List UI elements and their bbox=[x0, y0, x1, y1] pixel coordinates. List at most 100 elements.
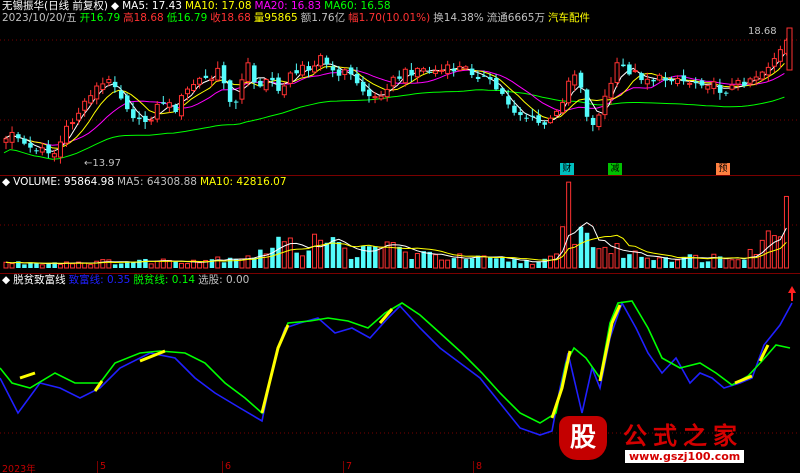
volume-bar-down bbox=[22, 264, 27, 268]
volume-pane[interactable]: ◆ VOLUME: 95864.98 MA5: 64308.88 MA10: 4281… bbox=[0, 175, 800, 275]
candle-body-up bbox=[457, 66, 463, 71]
indicator-readout-item: 选股: 0.00 bbox=[198, 274, 250, 286]
price-pane[interactable]: 无锡振华(日线 前复权) ◆ MA5: 17.43 MA10: 17.08 MA20: … bbox=[0, 0, 800, 175]
volume-bar-up bbox=[723, 258, 729, 269]
candle-body-up bbox=[100, 83, 106, 91]
candle-body-down bbox=[324, 57, 330, 65]
candle-body-up bbox=[786, 27, 793, 71]
volume-bar-down bbox=[669, 261, 674, 268]
volume-bar-down bbox=[324, 242, 330, 268]
volume-bar-up bbox=[245, 255, 251, 269]
indicator-readout-item: 致富线: 0.35 bbox=[68, 274, 131, 286]
candle-body-up bbox=[711, 81, 717, 89]
volume-bar-down bbox=[397, 246, 402, 268]
volume-bar-up bbox=[771, 235, 777, 269]
volume-bar-up bbox=[765, 230, 771, 269]
candle-body-up bbox=[759, 71, 765, 80]
candle-body-up bbox=[548, 117, 553, 124]
volume-ma5-line bbox=[5, 221, 787, 265]
candle-body-down bbox=[252, 65, 257, 83]
candle-body-down bbox=[651, 79, 656, 82]
candle-body-up bbox=[263, 78, 269, 91]
candle-body-down bbox=[46, 144, 51, 154]
volume-bar-down bbox=[421, 251, 426, 268]
candle-body-down bbox=[161, 102, 166, 104]
shareholding-reduction-badge[interactable]: 减 bbox=[608, 163, 622, 175]
indicator-readout-item: 脱贫致富线 bbox=[13, 274, 66, 286]
volume-bar-up bbox=[481, 255, 487, 269]
high-price-label: 18.68 bbox=[748, 26, 777, 37]
volume-bar-down bbox=[705, 261, 711, 268]
candle-body-up bbox=[287, 72, 293, 84]
candle-body-down bbox=[742, 81, 747, 86]
volume-bar-down bbox=[112, 264, 118, 268]
volume-header: ◆ VOLUME: 95864.98 MA5: 64308.88 MA10: 4281… bbox=[2, 176, 290, 188]
volume-bar-up bbox=[312, 233, 318, 269]
volume-bar-down bbox=[143, 258, 148, 268]
candle-body-down bbox=[542, 122, 547, 125]
low-price-label: ←13.97 bbox=[84, 158, 122, 169]
volume-bar-up bbox=[299, 255, 305, 269]
volume-bar-up bbox=[342, 247, 348, 269]
volume-bar-up bbox=[608, 253, 614, 269]
candle-body-down bbox=[330, 66, 336, 71]
ma-readout-item: MA60: 16.58 bbox=[324, 0, 391, 12]
candle-body-down bbox=[137, 117, 142, 120]
volume-bar-down bbox=[409, 259, 414, 268]
candle-body-up bbox=[82, 100, 88, 111]
volume-chart[interactable] bbox=[0, 175, 800, 275]
candle-body-up bbox=[596, 114, 602, 128]
volume-bar-up bbox=[100, 259, 106, 269]
volume-bar-down bbox=[173, 261, 178, 268]
volume-bar-up bbox=[378, 246, 384, 269]
candle-body-down bbox=[270, 77, 275, 81]
quote-readout-item: 2023/10/20/五 bbox=[2, 12, 77, 24]
volume-bar-down bbox=[34, 263, 39, 268]
candle-body-down bbox=[488, 77, 493, 80]
candle-body-up bbox=[209, 78, 215, 81]
candle-body-down bbox=[131, 109, 136, 119]
candle-body-up bbox=[463, 66, 469, 70]
quote-readout-item: 幅1.70(10.01%) bbox=[348, 12, 431, 24]
month-tick bbox=[343, 461, 344, 473]
candle-body-up bbox=[771, 58, 777, 67]
volume-bar-down bbox=[584, 232, 590, 268]
candle-body-down bbox=[590, 117, 596, 125]
volume-bar-up bbox=[57, 263, 63, 269]
candle-body-up bbox=[94, 85, 100, 100]
volume-bar-up bbox=[433, 254, 439, 269]
volume-bar-up bbox=[554, 253, 560, 269]
candle-body-up bbox=[9, 131, 15, 143]
candle-body-up bbox=[372, 96, 378, 99]
axis-label-year: 2023年 bbox=[2, 464, 36, 473]
axis-label-may: 5 bbox=[100, 461, 107, 472]
candle-body-down bbox=[512, 105, 517, 113]
volume-bar-up bbox=[148, 263, 154, 269]
candlestick-chart[interactable] bbox=[0, 0, 800, 175]
candle-body-down bbox=[427, 71, 432, 73]
volume-bar-up bbox=[402, 251, 408, 269]
candle-body-up bbox=[166, 102, 172, 108]
candle-body-up bbox=[433, 70, 439, 74]
volume-bar-down bbox=[742, 259, 747, 268]
candle-body-up bbox=[76, 112, 82, 121]
candle-body-up bbox=[572, 74, 578, 86]
candle-body-down bbox=[360, 81, 366, 92]
volume-bar-up bbox=[747, 248, 753, 269]
candle-body-down bbox=[524, 117, 529, 119]
volume-bar-up bbox=[9, 263, 15, 269]
candle-body-up bbox=[614, 62, 620, 84]
candle-body-down bbox=[518, 112, 523, 116]
candle-body-down bbox=[451, 68, 457, 72]
volume-bar-up bbox=[548, 255, 553, 269]
volume-bar-up bbox=[287, 237, 293, 269]
earnings-forecast-badge[interactable]: 预 bbox=[716, 163, 730, 175]
candle-body-up bbox=[705, 85, 711, 90]
candle-body-up bbox=[420, 68, 426, 72]
candle-body-up bbox=[281, 85, 287, 96]
candle-body-up bbox=[342, 69, 348, 76]
candle-body-up bbox=[566, 80, 572, 104]
volume-bar-down bbox=[578, 226, 584, 268]
volume-bar-down bbox=[469, 258, 475, 268]
financial-report-badge[interactable]: 财 bbox=[560, 163, 574, 175]
